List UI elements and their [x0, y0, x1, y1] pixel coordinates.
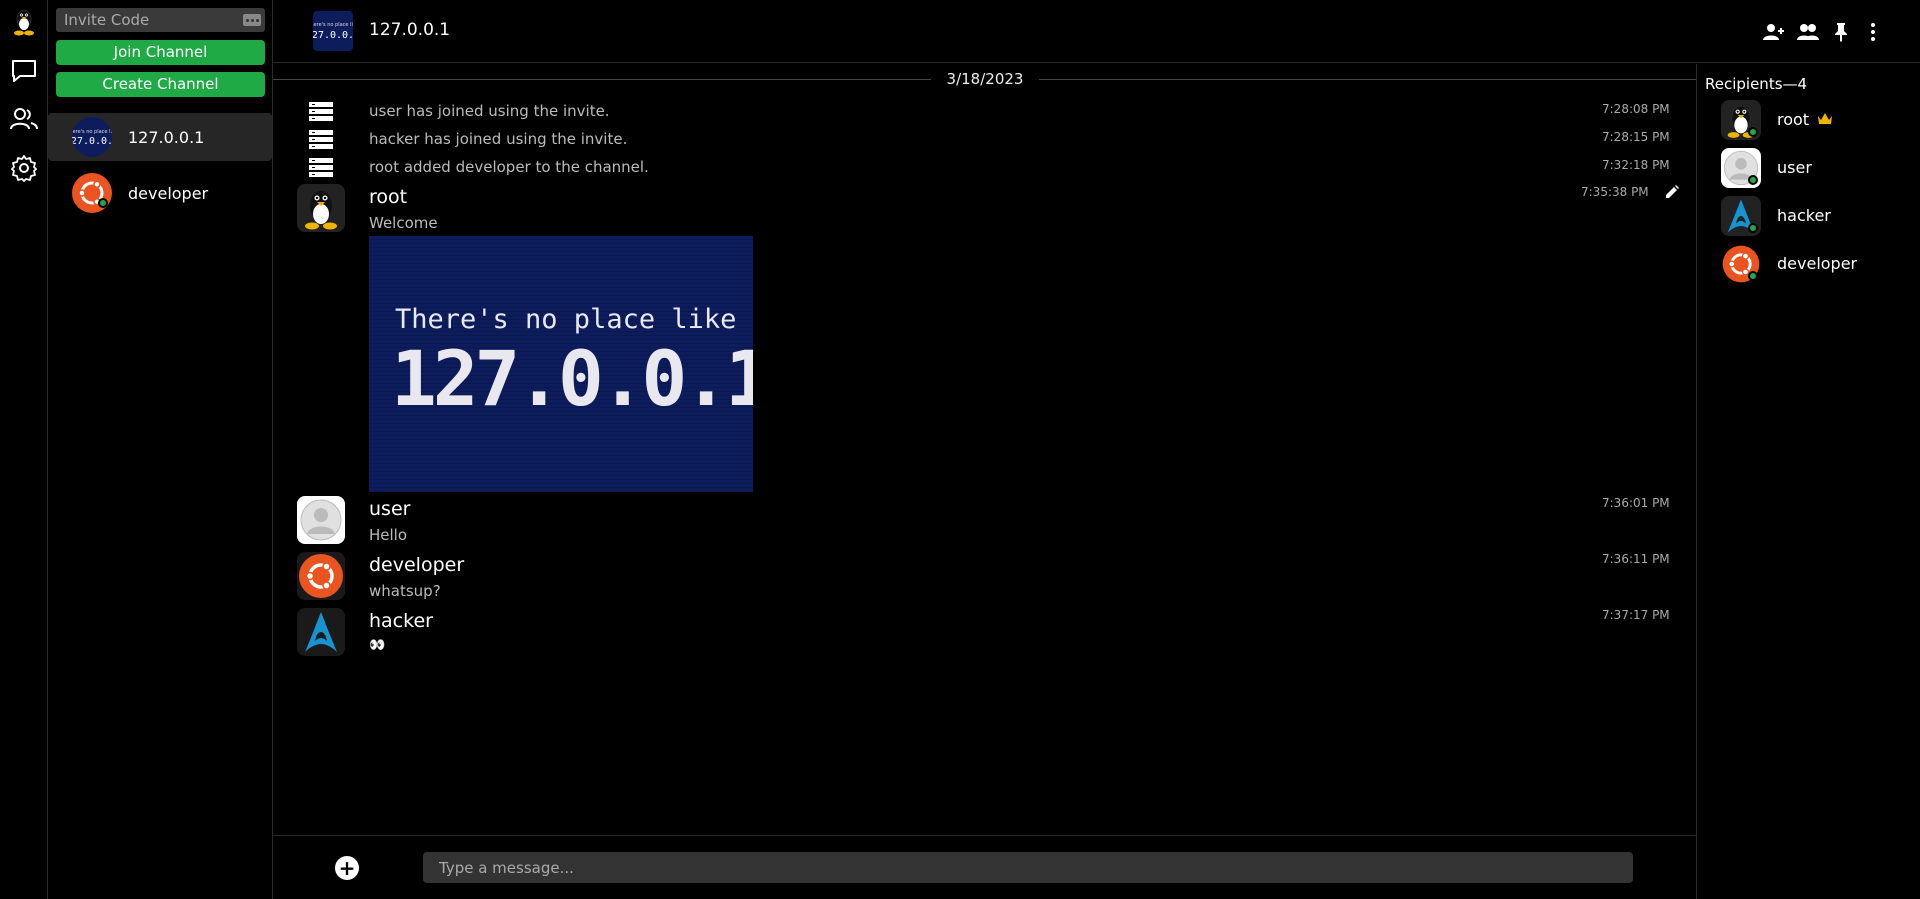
- online-status-dot: [1748, 223, 1758, 233]
- message-author[interactable]: root: [369, 186, 407, 208]
- message-author[interactable]: user: [369, 498, 410, 520]
- add-user-icon[interactable]: [1760, 18, 1788, 46]
- recipient-developer[interactable]: developer: [1697, 240, 1920, 288]
- message-text: Welcome: [369, 214, 438, 232]
- recipient-name: hacker: [1777, 206, 1831, 225]
- recipient-name: root: [1777, 110, 1810, 129]
- channel-avatar: There's no place like 127.0.0.1: [72, 117, 112, 157]
- timestamp: 7:32:18 PM: [1602, 158, 1670, 172]
- arch-avatar-icon[interactable]: [297, 608, 345, 656]
- recipient-name: user: [1777, 158, 1812, 177]
- channel-item-127[interactable]: There's no place like 127.0.0.1 127.0.0.…: [48, 113, 272, 161]
- message-author[interactable]: developer: [369, 554, 464, 576]
- image-caption-line2: 127.0.0.1: [391, 334, 753, 423]
- recipients-title: Recipients—4: [1705, 75, 1808, 93]
- message-input[interactable]: [423, 852, 1633, 883]
- friends-icon[interactable]: [8, 103, 40, 135]
- nav-rail: [0, 0, 48, 899]
- members-icon[interactable]: [1794, 18, 1822, 46]
- svg-text:There's no place like: There's no place like: [313, 22, 353, 28]
- system-message: hacker has joined using the invite. 7:28…: [273, 126, 1696, 154]
- message-composer: +: [273, 835, 1696, 899]
- ubuntu-avatar-icon[interactable]: [297, 552, 345, 600]
- online-status-dot: [1748, 271, 1758, 281]
- channel-title: 127.0.0.1: [369, 20, 451, 40]
- create-channel-button[interactable]: Create Channel: [56, 72, 265, 97]
- pin-icon[interactable]: [1827, 18, 1855, 46]
- invite-code-wrapper: [56, 8, 265, 32]
- message-author[interactable]: hacker: [369, 610, 433, 632]
- recipient-hacker[interactable]: hacker: [1697, 192, 1920, 240]
- channel-sidebar: Join Channel Create Channel There's no p…: [48, 0, 273, 899]
- online-status-dot: [98, 198, 108, 208]
- message-list: 3/18/2023 user has joined using the invi…: [273, 64, 1696, 834]
- edit-icon[interactable]: [1664, 184, 1680, 200]
- chat-icon[interactable]: [8, 55, 40, 87]
- date-label: 3/18/2023: [931, 70, 1039, 88]
- channel-label: 127.0.0.1: [128, 127, 205, 147]
- timestamp: 7:36:01 PM: [1602, 496, 1670, 510]
- recipients-panel: Recipients—4 root user hacker developer: [1696, 64, 1920, 899]
- online-status-dot: [1748, 127, 1758, 137]
- message-text: 👀: [369, 638, 386, 653]
- invite-code-input[interactable]: [56, 8, 265, 32]
- server-icon: [309, 130, 333, 149]
- system-message: root added developer to the channel. 7:3…: [273, 154, 1696, 182]
- join-channel-button[interactable]: Join Channel: [56, 40, 265, 65]
- online-status-dot: [1748, 175, 1758, 185]
- recipient-user[interactable]: user: [1697, 144, 1920, 192]
- timestamp: 7:35:38 PM: [1581, 185, 1649, 199]
- message-image[interactable]: There's no place like 127.0.0.1: [369, 236, 753, 492]
- svg-text:127.0.0.1: 127.0.0.1: [72, 136, 112, 147]
- system-message-text: root added developer to the channel.: [369, 158, 649, 176]
- svg-text:There's no place like: There's no place like: [72, 129, 112, 135]
- channel-item-developer[interactable]: developer: [48, 169, 272, 217]
- timestamp: 7:37:17 PM: [1602, 608, 1670, 622]
- system-message-text: user has joined using the invite.: [369, 102, 610, 120]
- server-icon: [309, 102, 333, 121]
- channel-label: developer: [128, 183, 209, 203]
- tux-logo-icon[interactable]: [8, 6, 40, 38]
- system-message-text: hacker has joined using the invite.: [369, 130, 628, 148]
- crown-icon: [1818, 113, 1832, 124]
- settings-icon[interactable]: [8, 152, 40, 184]
- image-caption-line1: There's no place like: [395, 304, 737, 335]
- recipient-name: developer: [1777, 254, 1858, 273]
- default-user-avatar-icon[interactable]: [297, 496, 345, 544]
- svg-text:127.0.0.1: 127.0.0.1: [313, 30, 353, 41]
- timestamp: 7:28:15 PM: [1602, 130, 1670, 144]
- more-icon[interactable]: [1859, 18, 1887, 46]
- message-text: whatsup?: [369, 582, 441, 600]
- app-root: Join Channel Create Channel There's no p…: [0, 0, 1920, 899]
- recipient-root[interactable]: root: [1697, 96, 1920, 144]
- system-message: user has joined using the invite. 7:28:0…: [273, 98, 1696, 126]
- server-icon: [309, 158, 333, 177]
- channel-header: There's no place like 127.0.0.1 127.0.0.…: [273, 0, 1920, 63]
- timestamp: 7:36:11 PM: [1602, 552, 1670, 566]
- channel-header-icon: There's no place like 127.0.0.1: [313, 11, 353, 51]
- message-text: Hello: [369, 526, 408, 544]
- tux-avatar-icon[interactable]: [297, 184, 345, 232]
- paste-icon[interactable]: [243, 14, 261, 26]
- timestamp: 7:28:08 PM: [1602, 102, 1670, 116]
- add-attachment-icon[interactable]: +: [335, 856, 359, 880]
